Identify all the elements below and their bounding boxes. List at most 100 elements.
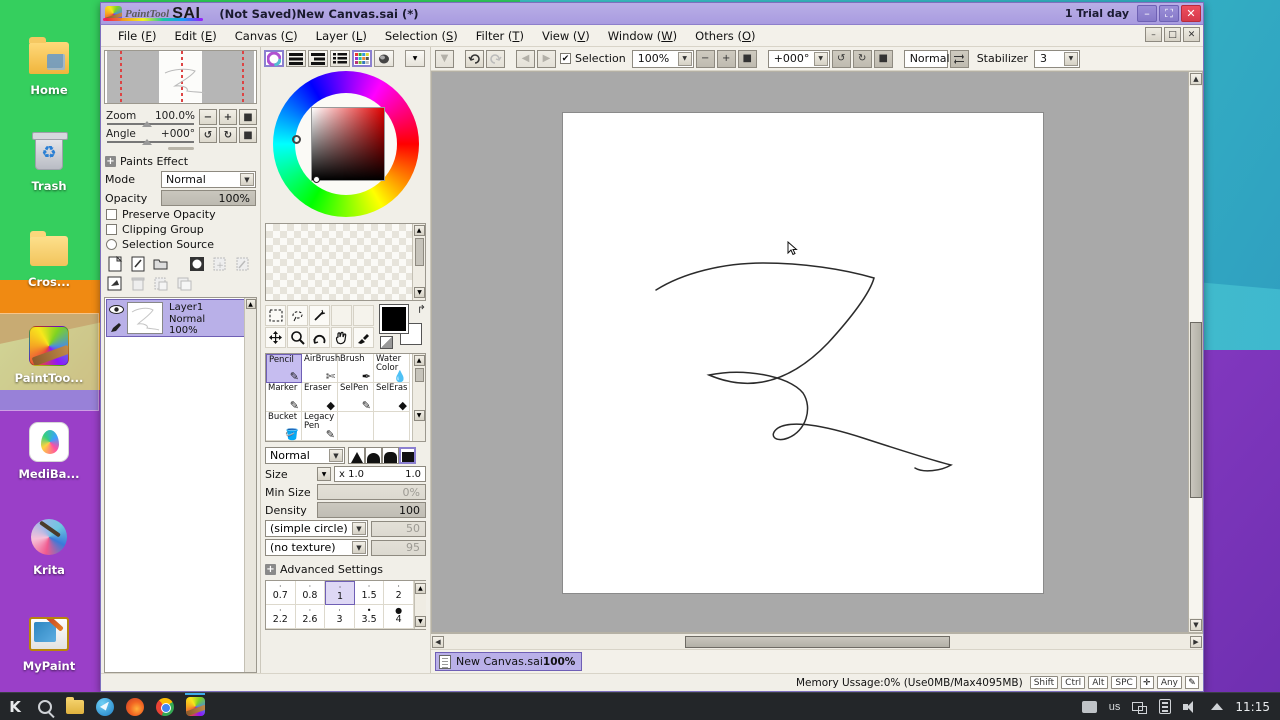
brush-preset-selpen[interactable]: SelPen ✎: [338, 383, 374, 412]
chevron-down-icon[interactable]: ▼: [352, 541, 366, 554]
zoom-in-button[interactable]: +: [219, 109, 237, 125]
nav-back-icon[interactable]: ◀: [516, 49, 535, 68]
merge-down-icon[interactable]: [105, 275, 125, 293]
sai-title-bar[interactable]: PaintTool SAI (Not Saved)New Canvas.sai …: [101, 3, 1203, 25]
canvas-vertical-scrollbar[interactable]: ▲ ▼: [1188, 72, 1202, 632]
taskbar-clock[interactable]: 11:15: [1229, 700, 1272, 714]
toolbar-menu-icon[interactable]: ▼: [435, 49, 454, 68]
desktop-icon-cros[interactable]: Cros...: [0, 218, 98, 314]
size-preset-cell[interactable]: ● 4: [384, 605, 414, 629]
color-swatch-area[interactable]: ▲ ▼: [265, 223, 426, 301]
swatches-icon[interactable]: [352, 50, 372, 67]
document-tab-new-canvas[interactable]: New Canvas.sai 100%: [435, 652, 583, 671]
menu-window[interactable]: Window (W): [599, 27, 686, 45]
chevron-down-icon[interactable]: ▼: [329, 449, 343, 462]
move-icon[interactable]: [265, 327, 286, 348]
color-wheel-icon[interactable]: [264, 50, 284, 67]
size-preset-cell[interactable]: · 3: [325, 605, 355, 629]
kde-menu-icon[interactable]: K: [0, 693, 30, 720]
rect-select-icon[interactable]: [265, 305, 286, 326]
new-folder-icon[interactable]: [151, 255, 171, 273]
desktop-icon-medibang[interactable]: MediBa...: [0, 410, 98, 506]
view-mode-field[interactable]: Normal: [903, 49, 950, 68]
brush-shape-combo[interactable]: (simple circle) ▼: [265, 520, 368, 537]
window-close-button[interactable]: ✕: [1181, 5, 1201, 22]
menu-others[interactable]: Others (O): [686, 27, 764, 45]
gradient-icon[interactable]: [374, 50, 394, 67]
brush-min-size-slider[interactable]: 0%: [317, 484, 426, 500]
color-list-icon[interactable]: [330, 50, 350, 67]
painttool-sai-taskbar-icon[interactable]: [180, 692, 210, 720]
desktop-icon-mypaint[interactable]: MyPaint: [0, 602, 98, 698]
flip-horizontal-icon[interactable]: [949, 49, 969, 68]
canvas-zoom-out-button[interactable]: −: [695, 49, 715, 68]
size-preset-cell[interactable]: · 2.2: [266, 605, 296, 629]
scrollbar-thumb[interactable]: [414, 368, 424, 382]
brush-preset-scrollbar[interactable]: ▲ ▼: [412, 354, 425, 441]
layer-row[interactable]: Layer1 Normal 100%: [106, 299, 255, 337]
canvas-paper[interactable]: [563, 113, 1043, 593]
chevron-down-icon[interactable]: ▼: [813, 51, 828, 66]
scroll-up-icon[interactable]: ▲: [1190, 73, 1202, 85]
duplicate-layer-icon[interactable]: [174, 275, 194, 293]
menu-canvas[interactable]: Canvas (C): [226, 27, 307, 45]
network-icon[interactable]: [1126, 700, 1153, 714]
menu-view[interactable]: View (V): [533, 27, 599, 45]
keyboard-layout-indicator[interactable]: us: [1103, 701, 1127, 713]
scroll-up-icon[interactable]: ▲: [413, 225, 425, 236]
size-preset-cell-selected[interactable]: · 1: [325, 581, 355, 605]
menu-file[interactable]: File (F): [109, 27, 166, 45]
scroll-right-icon[interactable]: ▶: [1190, 635, 1202, 648]
scroll-up-icon[interactable]: ▲: [413, 355, 425, 366]
navigator-preview[interactable]: [104, 50, 257, 104]
canvas-horizontal-scrollbar[interactable]: ◀ ▶: [431, 633, 1203, 649]
size-unit-dropdown[interactable]: ▼: [317, 467, 331, 481]
size-preset-cell[interactable]: • 3.5: [354, 605, 385, 629]
desktop-icon-painttool-sai[interactable]: PaintToo...: [0, 313, 99, 411]
swatch-scrollbar[interactable]: ▲ ▼: [412, 224, 425, 300]
layer-opacity-slider[interactable]: 100%: [161, 190, 256, 206]
desktop-icon-home[interactable]: Home: [0, 26, 98, 122]
layer-mode-combo[interactable]: Normal ▼: [161, 171, 256, 188]
size-preset-cell[interactable]: · 2: [384, 581, 414, 605]
selection-toggle[interactable]: ✔ Selection: [560, 52, 626, 65]
brush-size-preset-grid[interactable]: · 0.7 · 0.8 · 1 · 1.5 · 2 · 2.2 · 2.6 · 3 • 3.5 ●…: [265, 580, 426, 630]
sharp-tip-icon[interactable]: [348, 447, 365, 464]
canvas-viewport[interactable]: ▲ ▼: [431, 71, 1203, 633]
brush-texture-combo[interactable]: (no texture) ▼: [265, 539, 368, 556]
clipboard-icon[interactable]: [1153, 699, 1177, 714]
file-manager-icon[interactable]: [60, 693, 90, 720]
scroll-left-icon[interactable]: ◀: [432, 635, 444, 648]
brush-preset-list[interactable]: Pencil ✎ AirBrush ✄ Brush ✒ Water Color …: [265, 353, 426, 442]
zoom-slider[interactable]: Zoom 100.0%: [104, 110, 197, 127]
search-icon[interactable]: [30, 693, 60, 720]
flat-tip-icon[interactable]: [399, 447, 416, 464]
size-preset-cell[interactable]: · 2.6: [295, 605, 326, 629]
hsv-sliders-icon[interactable]: [308, 50, 328, 67]
brush-texture-strength[interactable]: 95: [371, 539, 426, 556]
volume-icon[interactable]: [1177, 700, 1205, 714]
redo-icon[interactable]: [486, 49, 505, 68]
magic-wand-icon[interactable]: [309, 305, 330, 326]
brush-preset-watercolor[interactable]: Water Color 💧: [374, 354, 410, 383]
add-to-selection-icon[interactable]: +: [210, 255, 230, 273]
document-restore-button[interactable]: □: [1164, 27, 1181, 42]
rotate-ccw-button[interactable]: ↺: [199, 127, 217, 143]
layer-list-scrollbar[interactable]: ▲: [244, 298, 256, 672]
scroll-down-icon[interactable]: ▼: [1190, 619, 1202, 631]
clipping-group-row[interactable]: Clipping Group: [101, 222, 260, 237]
hand-icon[interactable]: [331, 327, 352, 348]
scroll-up-icon[interactable]: ▲: [245, 299, 256, 309]
round-tip-icon[interactable]: [382, 447, 399, 464]
brush-preset-marker[interactable]: Marker ✎: [266, 383, 302, 412]
brush-preset-eraser[interactable]: Eraser ◆: [302, 383, 338, 412]
menu-filter[interactable]: Filter (T): [467, 27, 533, 45]
menu-selection[interactable]: Selection (S): [376, 27, 467, 45]
layer-visibility-eye-icon[interactable]: [107, 300, 125, 318]
swap-colors-icon[interactable]: ↱: [417, 303, 426, 316]
size-preset-cell[interactable]: · 0.7: [266, 581, 296, 605]
document-minimize-button[interactable]: –: [1145, 27, 1162, 42]
brush-size-field[interactable]: x 1.0 1.0: [334, 466, 426, 482]
chrome-icon[interactable]: [150, 693, 180, 720]
preserve-opacity-checkbox[interactable]: [106, 209, 117, 220]
